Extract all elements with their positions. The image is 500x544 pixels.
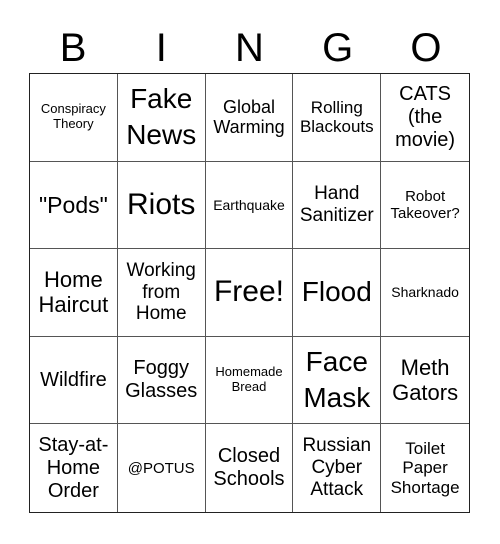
cell-text: Robot Takeover? <box>390 187 460 222</box>
bingo-card-grid: Conspiracy Theory Fake News Global Warmi… <box>29 73 470 513</box>
bingo-cell[interactable]: Meth Gators <box>381 337 469 425</box>
cell-text: Earthquake <box>213 196 285 213</box>
bingo-cell[interactable]: Global Warming <box>205 74 294 162</box>
bingo-cell[interactable]: Riots <box>117 161 206 250</box>
header-letter-n: N <box>235 26 264 70</box>
header-letter-o: O <box>410 26 442 70</box>
cell-text: Meth Gators <box>392 354 459 406</box>
cell-text: Riots <box>127 187 196 221</box>
cell-text: Toilet Paper Shortage <box>390 438 460 497</box>
bingo-cell[interactable]: @POTUS <box>118 424 206 512</box>
cell-text: Global Warming <box>213 96 285 138</box>
bingo-cell[interactable]: Home Haircut <box>30 249 118 337</box>
cell-text: Face Mask <box>303 345 371 414</box>
bingo-cell[interactable]: Toilet Paper Shortage <box>381 424 469 512</box>
bingo-cell[interactable]: Closed Schools <box>206 424 294 512</box>
cell-text: Home Haircut <box>38 267 109 318</box>
cell-text: "Pods" <box>39 191 108 218</box>
header-letter-g: G <box>322 26 354 70</box>
cell-text: Russian Cyber Attack <box>302 435 372 501</box>
cell-text: Wildfire <box>40 368 107 391</box>
bingo-cell[interactable]: Homemade Bread <box>205 336 294 425</box>
bingo-cell[interactable]: Earthquake <box>205 161 294 250</box>
bingo-cell[interactable]: Working from Home <box>117 249 206 337</box>
bingo-cell[interactable]: Face Mask <box>293 336 382 425</box>
bingo-cell[interactable]: "Pods" <box>30 161 118 250</box>
cell-text: CATS (the movie) <box>395 82 456 151</box>
bingo-header: B I N G O <box>29 24 470 72</box>
bingo-cell[interactable]: Rolling Blackouts <box>293 74 382 162</box>
cell-text: Flood <box>301 276 372 308</box>
bingo-cell[interactable]: Sharknado <box>381 249 469 337</box>
header-letter-b: B <box>59 26 87 70</box>
bingo-cell[interactable]: Fake News <box>117 74 206 162</box>
cell-text: Conspiracy Theory <box>40 101 106 132</box>
cell-text: Rolling Blackouts <box>299 97 374 137</box>
free-space-text: Free! <box>213 275 284 309</box>
free-space-cell[interactable]: Free! <box>205 249 294 337</box>
cell-text: Stay-at- Home Order <box>38 433 109 502</box>
bingo-cell[interactable]: Robot Takeover? <box>381 162 469 250</box>
cell-text: Homemade Bread <box>215 364 283 395</box>
cell-text: @POTUS <box>127 459 195 477</box>
bingo-cell[interactable]: Conspiracy Theory <box>30 74 118 162</box>
cell-text: Working from Home <box>126 259 196 325</box>
bingo-cell[interactable]: Stay-at- Home Order <box>30 424 118 512</box>
bingo-cell[interactable]: CATS (the movie) <box>381 74 469 162</box>
cell-text: Foggy Glasses <box>125 357 198 403</box>
bingo-cell[interactable]: Foggy Glasses <box>117 336 206 425</box>
cell-text: Fake News <box>126 82 197 151</box>
bingo-cell[interactable]: Hand Sanitizer <box>293 161 382 250</box>
cell-text: Sharknado <box>391 284 459 301</box>
bingo-cell[interactable]: Flood <box>293 249 382 337</box>
cell-text: Hand Sanitizer <box>299 183 374 226</box>
bingo-cell[interactable]: Wildfire <box>30 336 118 425</box>
header-letter-i: I <box>155 26 167 70</box>
bingo-cell[interactable]: Russian Cyber Attack <box>293 424 382 512</box>
cell-text: Closed Schools <box>213 445 285 491</box>
